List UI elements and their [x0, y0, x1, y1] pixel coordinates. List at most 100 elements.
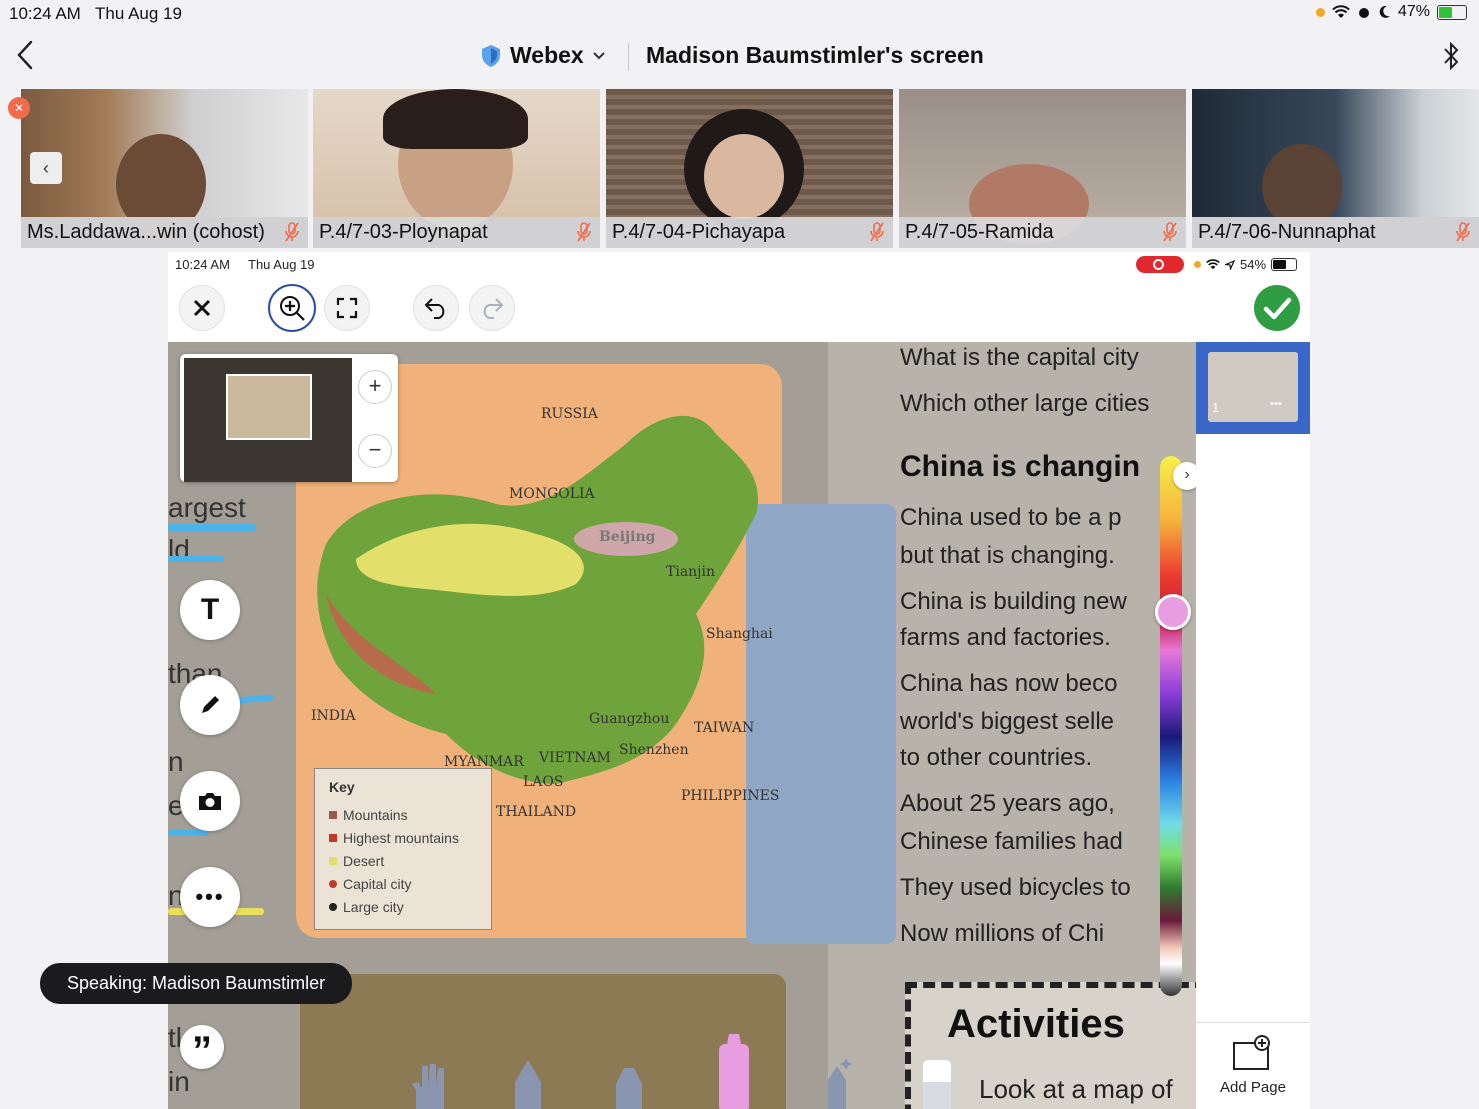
zoom-out-button[interactable]: − — [358, 434, 392, 468]
participant-name-bar: Ms.Laddawa...win (cohost) — [21, 217, 308, 248]
activities-title: Activities — [947, 1002, 1125, 1046]
app-name: Webex — [510, 42, 584, 68]
margin-word: argest — [168, 492, 246, 523]
next-page-arrow[interactable]: › — [1173, 462, 1196, 490]
book-text-line: What is the capital city — [900, 344, 1139, 371]
plus-icon: + — [368, 373, 382, 398]
participant-tile[interactable]: P.4/7-04-Pichayapa — [606, 89, 893, 248]
activities-text: Look at a map of — [979, 1074, 1173, 1104]
muted-mic-icon — [1456, 222, 1470, 242]
book-text-line: world's biggest selle — [900, 708, 1115, 735]
add-page-button[interactable]: Add Page — [1196, 1022, 1310, 1109]
muted-mic-icon — [1163, 222, 1177, 242]
participant-video — [606, 89, 893, 229]
moon-icon — [1379, 5, 1390, 18]
map-label: Shanghai — [706, 626, 773, 642]
marker-icon[interactable] — [612, 1064, 646, 1109]
book-text-line: China has now beco — [900, 670, 1118, 697]
checkmark-icon — [1263, 297, 1292, 320]
page-title: Madison Baumstimler's screen — [646, 42, 984, 68]
highlight-stroke — [168, 524, 256, 531]
shared-battery-percent: 54% — [1240, 257, 1267, 272]
location-icon — [1225, 259, 1235, 270]
page-number: 1 — [1212, 400, 1220, 415]
map-key-item: Capital city — [329, 876, 411, 892]
muted-badge-icon: ✕ — [8, 97, 30, 119]
book-text-line: Which other large cities — [900, 390, 1150, 417]
eraser-icon[interactable] — [920, 1060, 954, 1109]
hand-tool-icon[interactable] — [408, 1060, 452, 1109]
page-thumbnail-selected[interactable]: 1 ••• — [1196, 342, 1310, 434]
book-text-line: Chinese families had — [900, 828, 1123, 855]
participant-tile[interactable]: Ms.Laddawa...win (cohost) — [21, 89, 308, 248]
alarm-icon — [1358, 8, 1369, 18]
quote-button[interactable]: ” — [180, 1025, 224, 1073]
highlighter-icon[interactable] — [717, 1034, 751, 1109]
close-button[interactable] — [179, 285, 225, 331]
camera-tool-button[interactable] — [180, 771, 240, 831]
navigator-viewport[interactable] — [226, 374, 312, 440]
book-text-line: to other countries. — [900, 744, 1093, 771]
fullscreen-button[interactable] — [324, 285, 370, 331]
participant-tile[interactable]: P.4/7-03-Ploynapat — [313, 89, 600, 248]
participant-name: P.4/7-05-Ramida — [905, 221, 1054, 243]
pen-icon[interactable] — [511, 1060, 545, 1109]
strip-back-button[interactable]: ‹ — [30, 152, 62, 184]
muted-mic-icon — [285, 222, 299, 242]
undo-button[interactable] — [413, 285, 459, 331]
add-page-label: Add Page — [1220, 1079, 1286, 1096]
magic-pen-icon[interactable] — [820, 1058, 854, 1109]
chevron-down-icon — [593, 51, 605, 59]
map-label: INDIA — [311, 708, 356, 724]
participant-tile[interactable]: P.4/7-06-Nunnaphat — [1192, 89, 1479, 248]
color-slider[interactable] — [1160, 456, 1182, 996]
webex-meeting-menu[interactable]: Webex — [480, 42, 606, 69]
page-rail: 1 ••• Add Page — [1196, 342, 1310, 1109]
back-chevron-icon[interactable] — [14, 38, 36, 72]
zoom-in-button[interactable]: + — [358, 370, 392, 404]
shield-icon — [482, 44, 500, 67]
map-key-item: Desert — [329, 853, 384, 869]
participant-tile[interactable]: P.4/7-05-Ramida — [899, 89, 1186, 248]
muted-mic-icon — [870, 222, 884, 242]
book-text-line: About 25 years ago, — [900, 790, 1115, 817]
mic-indicator-icon — [1315, 7, 1325, 17]
minus-icon: − — [368, 437, 382, 462]
map-label: VIETNAM — [539, 750, 611, 766]
map-label: MONGOLIA — [509, 486, 595, 502]
camera-icon — [199, 793, 221, 810]
map-key: Key Mountains Highest mountains Desert C… — [314, 768, 492, 930]
map-key-item: Mountains — [329, 807, 408, 823]
highlight-stroke — [168, 830, 208, 836]
fullscreen-icon — [336, 297, 358, 319]
wifi-icon — [1332, 5, 1350, 18]
navigator-thumbnail[interactable] — [184, 358, 352, 482]
map-label: Guangzhou — [589, 711, 670, 727]
pen-tool-button[interactable] — [180, 675, 240, 735]
page-more-icon[interactable]: ••• — [1270, 398, 1282, 410]
page-thumbnail[interactable]: 1 ••• — [1208, 352, 1298, 422]
text-tool-button[interactable]: T — [180, 580, 240, 640]
status-time: 10:24 AM — [9, 4, 81, 23]
shared-status-bar: 10:24 AM Thu Aug 19 54% — [168, 252, 1310, 276]
color-slider-knob[interactable] — [1155, 594, 1191, 630]
map-label: TAIWAN — [694, 720, 755, 736]
more-tools-button[interactable]: ••• — [180, 867, 240, 927]
bluetooth-icon[interactable] — [1440, 40, 1462, 72]
done-button[interactable] — [1254, 285, 1300, 331]
zoom-in-icon — [280, 296, 305, 321]
margin-word: in — [168, 1066, 190, 1097]
zoom-navigator[interactable]: + − — [180, 354, 398, 482]
book-text-line: Now millions of Chi — [900, 920, 1105, 947]
map-label: PHILIPPINES — [681, 788, 780, 804]
pencil-icon — [202, 696, 219, 713]
participant-name: Ms.Laddawa...win (cohost) — [27, 221, 265, 243]
more-icon: ••• — [195, 884, 225, 909]
status-indicators: 47% — [1315, 3, 1467, 21]
quote-icon: ” — [192, 1029, 212, 1073]
redo-button[interactable] — [469, 285, 515, 331]
book-text-line: but that is changing. — [900, 542, 1115, 569]
zoom-button[interactable] — [268, 284, 316, 332]
book-text-line: farms and factories. — [900, 624, 1111, 651]
undo-icon — [424, 298, 445, 319]
